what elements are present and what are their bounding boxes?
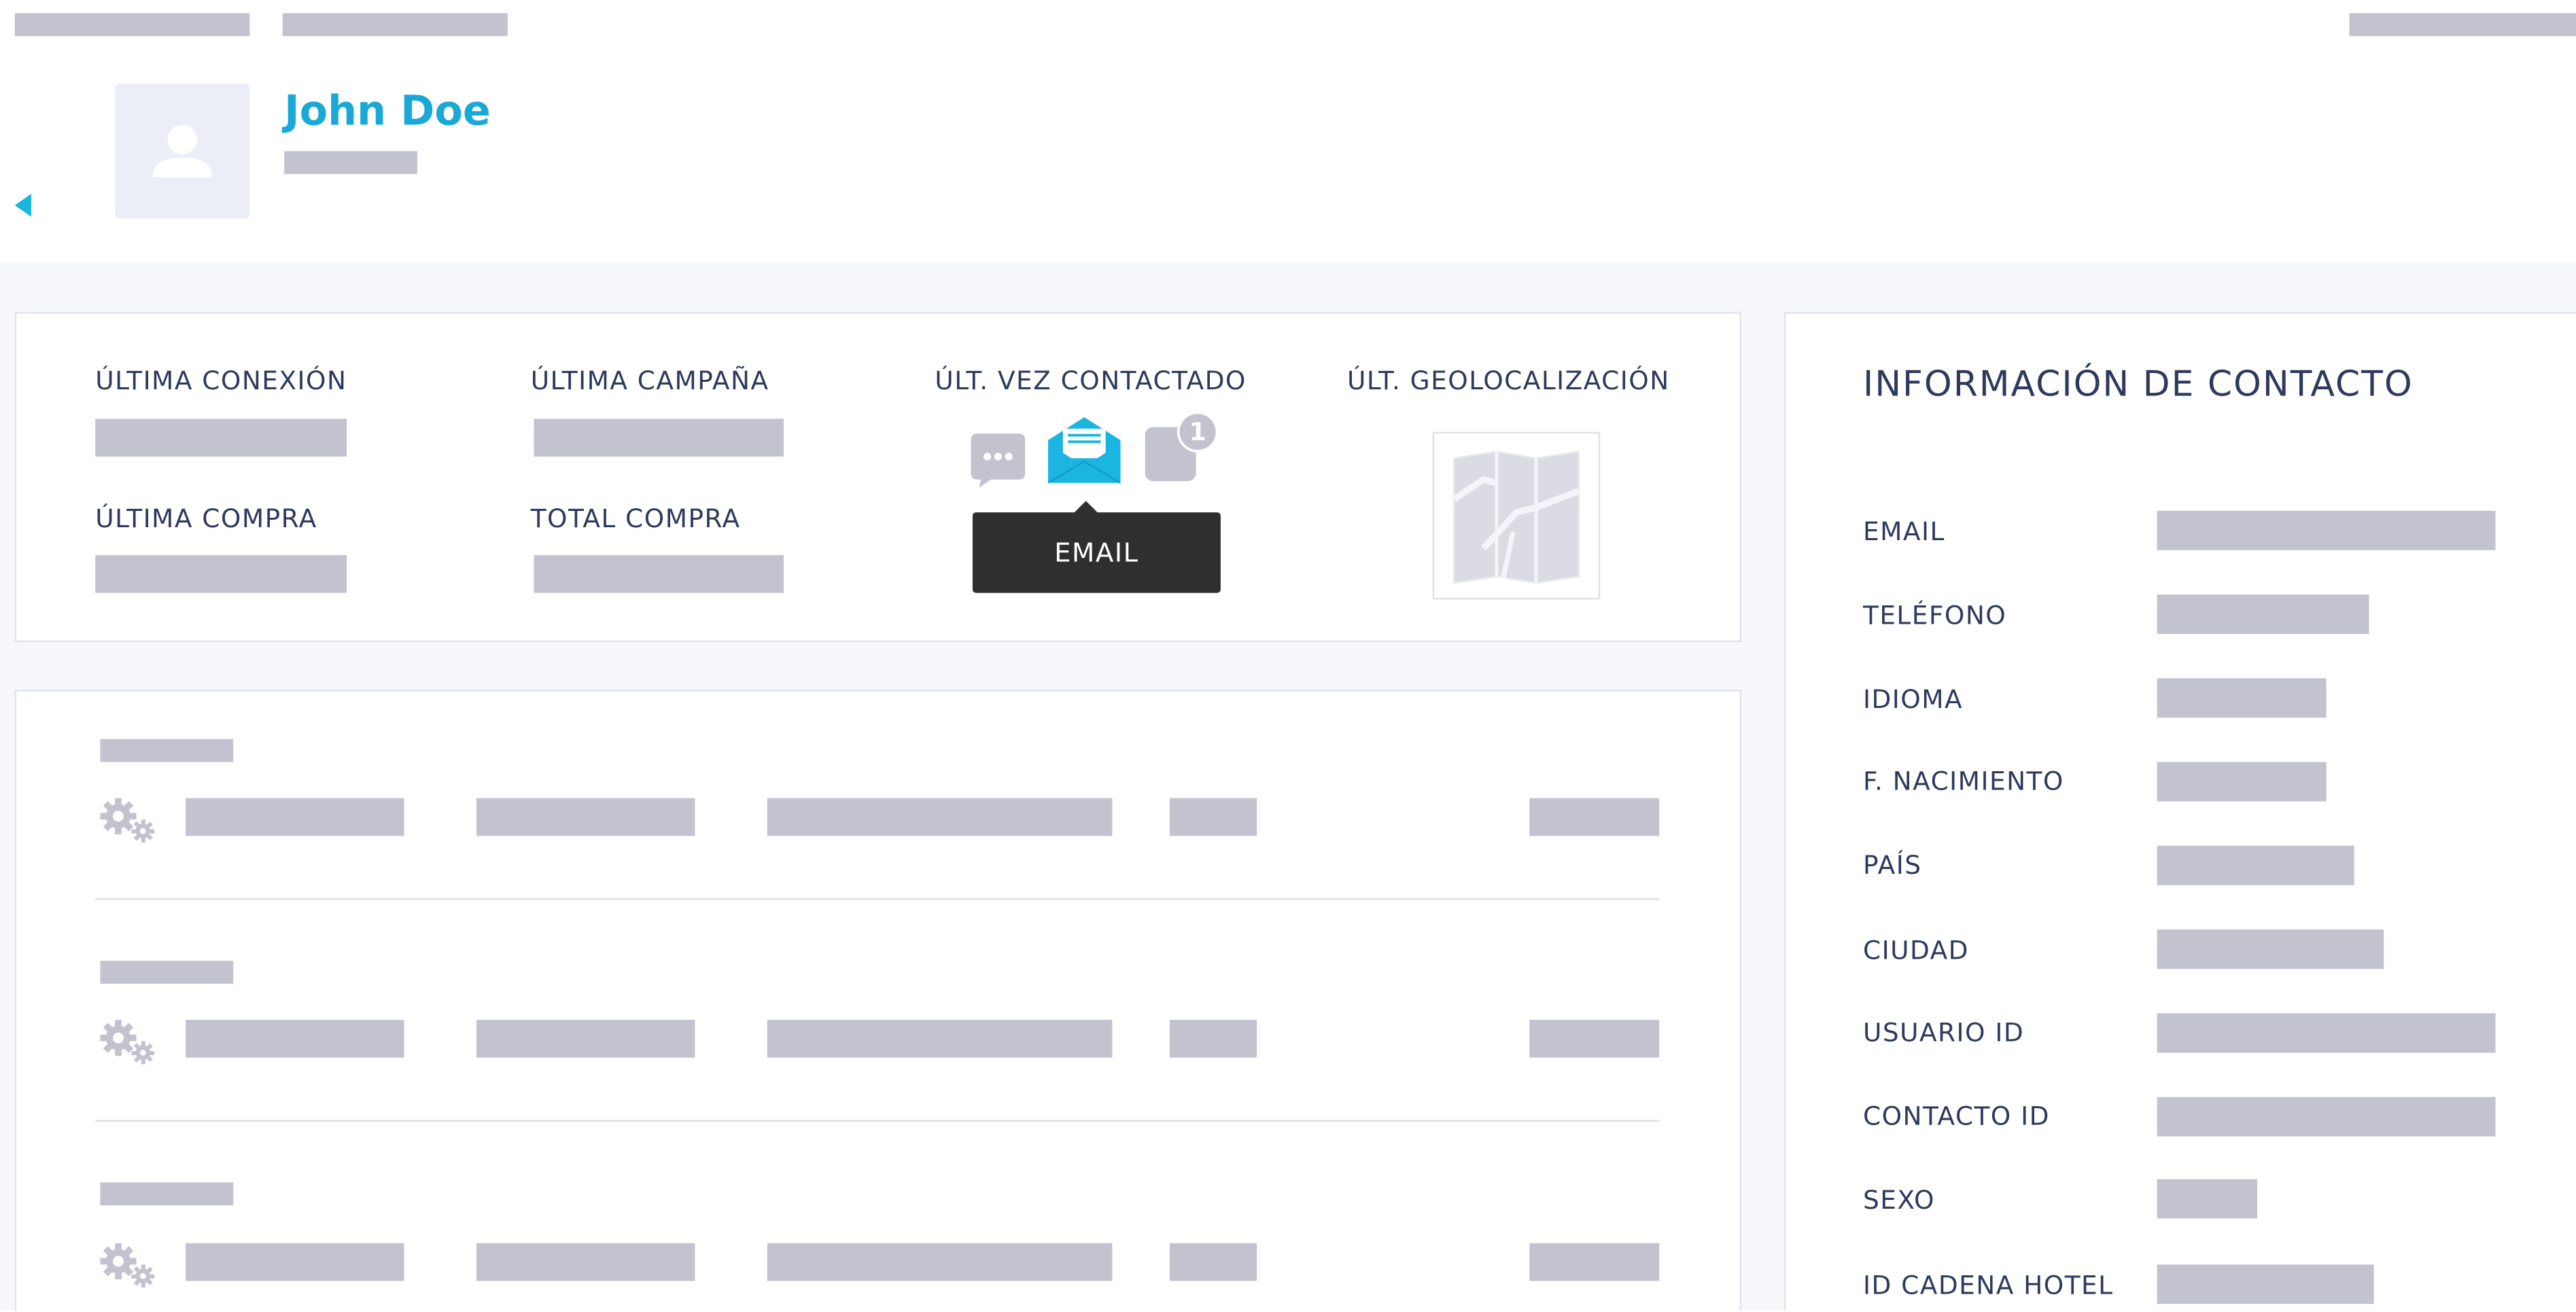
avatar bbox=[115, 84, 250, 219]
contact-value-contacto-id bbox=[2157, 1097, 2496, 1137]
envelope-open-icon[interactable] bbox=[1047, 414, 1122, 486]
email-tooltip: EMAIL bbox=[972, 512, 1221, 593]
contact-label-sexo: SEXO bbox=[1862, 1186, 1936, 1216]
activity-row-1-cell-2 bbox=[476, 798, 695, 836]
map-thumbnail[interactable] bbox=[1432, 431, 1601, 600]
activity-row-2-cell-2 bbox=[476, 1020, 695, 1058]
contact-label-email: EMAIL bbox=[1862, 517, 1945, 547]
gears-icon[interactable] bbox=[97, 1240, 156, 1290]
contact-value-telefono bbox=[2157, 594, 2369, 634]
activity-row-3-cell-4 bbox=[1169, 1243, 1257, 1281]
stat-label-ultima-conexion: ÚLTIMA CONEXIÓN bbox=[95, 366, 347, 396]
contact-label-contacto-id: CONTACTO ID bbox=[1862, 1101, 2050, 1132]
contact-label-ciudad: CIUDAD bbox=[1862, 936, 1969, 966]
profile-name: John Doe bbox=[284, 87, 491, 135]
contact-value-idioma bbox=[2157, 678, 2327, 718]
stat-value-ultima-conexion bbox=[95, 419, 347, 457]
nav-placeholder-2[interactable] bbox=[282, 13, 508, 37]
map-icon bbox=[1452, 450, 1580, 584]
gears-icon[interactable] bbox=[97, 795, 156, 845]
activity-row-1-title bbox=[100, 739, 234, 762]
gears-icon[interactable] bbox=[97, 1016, 156, 1066]
stat-label-ultima-campana: ÚLTIMA CAMPAÑA bbox=[530, 366, 769, 396]
activity-row-2-cell-4 bbox=[1169, 1020, 1257, 1058]
activity-row-3-cell-5 bbox=[1529, 1243, 1660, 1281]
chat-bubble-icon[interactable] bbox=[969, 430, 1028, 489]
activity-row-1-cell-1 bbox=[186, 798, 404, 836]
stat-label-ultima-compra: ÚLTIMA COMPRA bbox=[95, 504, 317, 534]
activity-divider-2 bbox=[95, 1120, 1660, 1122]
activity-row-3-cell-2 bbox=[476, 1243, 695, 1281]
nav-placeholder-right[interactable] bbox=[2349, 13, 2576, 37]
profile-subtitle-placeholder bbox=[284, 151, 417, 175]
contact-label-id-cadena-hotel: ID CADENA HOTEL bbox=[1862, 1271, 2114, 1301]
contact-info-title: INFORMACIÓN DE CONTACTO bbox=[1862, 364, 2414, 406]
stat-label-ult-vez-contactado: ÚLT. VEZ CONTACTADO bbox=[935, 366, 1247, 396]
contact-value-id-cadena-hotel bbox=[2157, 1264, 2374, 1305]
activity-row-1-cell-4 bbox=[1169, 798, 1257, 836]
activity-row-2-cell-5 bbox=[1529, 1020, 1660, 1058]
contact-value-email bbox=[2157, 510, 2496, 550]
activity-row-2-cell-3 bbox=[767, 1020, 1113, 1058]
user-avatar-icon bbox=[152, 124, 212, 178]
activity-row-2-cell-1 bbox=[186, 1020, 404, 1058]
app-root: John Doe ÚLTIMA CONEXIÓN ÚLTIMA CAMPAÑA … bbox=[0, 0, 2576, 1311]
contact-value-pais bbox=[2157, 845, 2354, 885]
contact-label-f-nacimiento: F. NACIMIENTO bbox=[1862, 766, 2064, 797]
activity-row-1-cell-5 bbox=[1529, 798, 1660, 836]
stat-value-ultima-compra bbox=[95, 554, 347, 593]
activity-row-3-cell-1 bbox=[186, 1243, 404, 1281]
contact-value-f-nacimiento bbox=[2157, 762, 2327, 802]
activity-divider-1 bbox=[95, 898, 1660, 900]
activity-row-2-title bbox=[100, 960, 234, 984]
stat-label-ult-geolocalizacion: ÚLT. GEOLOCALIZACIÓN bbox=[1347, 366, 1670, 396]
activity-row-3-title bbox=[100, 1182, 234, 1206]
nav-placeholder-1[interactable] bbox=[14, 13, 250, 37]
triangle-left-icon[interactable] bbox=[14, 194, 31, 217]
contact-label-usuario-id: USUARIO ID bbox=[1862, 1018, 2025, 1048]
contact-info-card bbox=[1783, 312, 2576, 1311]
activity-card bbox=[14, 690, 1742, 1311]
contact-value-sexo bbox=[2157, 1179, 2258, 1219]
contact-label-telefono: TELÉFONO bbox=[1862, 601, 2007, 631]
stat-value-total-compra bbox=[534, 554, 784, 593]
stat-label-total-compra: TOTAL COMPRA bbox=[530, 504, 741, 534]
activity-row-3-cell-3 bbox=[767, 1243, 1113, 1281]
contact-label-pais: PAÍS bbox=[1862, 851, 1922, 881]
contact-value-ciudad bbox=[2157, 929, 2384, 970]
contact-label-idioma: IDIOMA bbox=[1862, 684, 1964, 715]
stat-value-ultima-campana bbox=[534, 419, 784, 457]
contact-value-usuario-id bbox=[2157, 1013, 2496, 1053]
notification-icon[interactable]: 1 bbox=[1143, 410, 1225, 486]
activity-row-1-cell-3 bbox=[767, 798, 1113, 836]
notification-count-badge: 1 bbox=[1189, 416, 1206, 447]
